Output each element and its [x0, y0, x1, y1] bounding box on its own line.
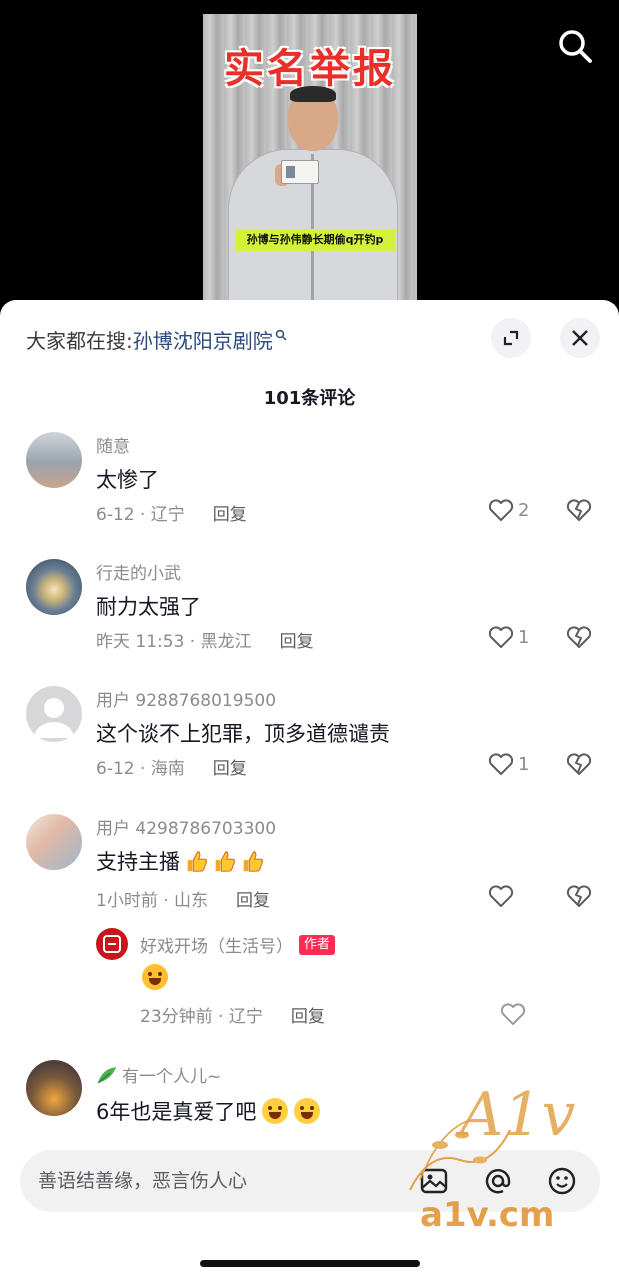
comment-username[interactable]: 随意	[96, 432, 130, 457]
sub-reply-text	[140, 964, 168, 994]
dislike-button[interactable]	[566, 625, 592, 653]
comment-meta: 6-12 · 辽宁	[96, 505, 185, 525]
heart-icon	[488, 885, 514, 907]
dislike-button[interactable]	[566, 498, 592, 526]
video-caption: 孙博与孙伟静长期偷q开钓p	[235, 229, 395, 251]
reply-button[interactable]: 回复	[280, 627, 314, 652]
author-avatar[interactable]	[96, 928, 128, 960]
at-icon	[485, 1169, 511, 1194]
person-hair	[290, 86, 336, 102]
broken-heart-icon	[566, 626, 592, 648]
sub-reply-meta: 23分钟前 · 辽宁	[140, 1007, 263, 1027]
comment-text: 耐力太强了	[96, 595, 201, 619]
search-suggestion[interactable]: 大家都在搜: 孙博沈阳京剧院	[26, 324, 287, 354]
leaf-icon	[97, 1066, 116, 1083]
like-button[interactable]: 1	[488, 625, 529, 649]
search-suggestion-prefix: 大家都在搜:	[26, 328, 133, 353]
avatar[interactable]	[26, 559, 82, 615]
comment-input[interactable]	[38, 1162, 418, 1200]
dislike-button[interactable]	[566, 884, 592, 912]
heart-icon	[488, 499, 514, 521]
comment-username[interactable]: 用户 4298786703300	[96, 814, 276, 839]
comment-meta: 昨天 11:53 · 黑龙江	[96, 632, 252, 652]
comment-text-row: 6年也是真爱了吧	[96, 1096, 321, 1126]
thumbs-up-emoji	[187, 851, 207, 872]
comment-text: 6年也是真爱了吧	[96, 1100, 257, 1124]
heart-icon	[488, 753, 514, 775]
author-logo-icon	[103, 935, 121, 953]
search-icon	[559, 30, 592, 63]
comment-username[interactable]: 有一个人儿~	[122, 1062, 221, 1087]
avatar[interactable]	[26, 814, 82, 870]
id-card	[281, 160, 319, 184]
reply-button[interactable]: 回复	[213, 500, 247, 525]
like-button[interactable]	[488, 884, 518, 908]
comment-count: 101条评论	[263, 388, 356, 409]
broken-heart-icon	[566, 499, 592, 521]
reply-button[interactable]: 回复	[291, 1002, 325, 1027]
sub-reply-header: 好戏开场（生活号） 作者	[140, 932, 336, 957]
comment-text-row: 支持主播	[96, 846, 264, 876]
comment-meta: 1小时前 · 山东	[96, 891, 209, 911]
comment-sheet: 大家都在搜: 孙博沈阳京剧院 101条评论 随意 太惨了 6-12 · 辽宁 回…	[0, 300, 619, 1280]
video-player[interactable]: 实名举报 孙博与孙伟静长期偷q开钓p	[0, 0, 619, 320]
mention-button[interactable]	[482, 1165, 514, 1197]
home-indicator[interactable]	[200, 1260, 420, 1267]
dislike-button[interactable]	[566, 752, 592, 780]
mini-search-icon	[275, 329, 287, 341]
broken-heart-icon	[566, 885, 592, 907]
comment-username[interactable]: 用户 9288768019500	[96, 686, 276, 711]
image-icon	[420, 1168, 448, 1194]
avatar[interactable]	[26, 1060, 82, 1116]
author-badge: 作者	[299, 934, 336, 955]
emoji-icon	[548, 1167, 576, 1195]
comment-input-bar	[20, 1150, 600, 1212]
like-count: 2	[518, 499, 530, 521]
thumbs-up-emoji	[243, 851, 263, 872]
like-button[interactable]: 1	[488, 752, 529, 776]
search-button[interactable]	[557, 28, 593, 64]
comment-username-row: 有一个人儿~	[96, 1062, 221, 1087]
comment-text: 太惨了	[96, 468, 159, 492]
like-button[interactable]	[500, 1002, 526, 1030]
broken-heart-icon	[566, 753, 592, 775]
sub-reply-username[interactable]: 好戏开场（生活号）	[140, 932, 293, 957]
laughing-emoji	[294, 1098, 321, 1124]
comment-text: 支持主播	[96, 850, 180, 874]
heart-icon	[488, 626, 514, 648]
video-thumbnail[interactable]: 实名举报 孙博与孙伟静长期偷q开钓p	[203, 14, 417, 314]
close-button[interactable]	[560, 318, 600, 358]
search-suggestion-keyword[interactable]: 孙博沈阳京剧院	[133, 325, 273, 354]
like-button[interactable]: 2	[488, 498, 529, 522]
thumbs-up-emoji	[215, 851, 235, 872]
reply-button[interactable]: 回复	[213, 754, 247, 779]
default-avatar-icon	[34, 698, 74, 738]
like-count: 1	[518, 626, 530, 648]
reply-button[interactable]: 回复	[236, 886, 270, 911]
image-button[interactable]	[418, 1165, 450, 1197]
comment-meta: 6-12 · 海南	[96, 759, 185, 779]
heart-icon	[500, 1003, 526, 1025]
comment-username[interactable]: 行走的小武	[96, 559, 181, 584]
expand-button[interactable]	[491, 318, 531, 358]
avatar[interactable]	[26, 686, 82, 742]
angry-face-emoji	[142, 964, 168, 990]
close-icon	[572, 330, 588, 346]
laughing-emoji	[262, 1098, 289, 1124]
emoji-button[interactable]	[546, 1165, 578, 1197]
avatar[interactable]	[26, 432, 82, 488]
expand-icon	[503, 330, 519, 346]
like-count: 1	[518, 753, 530, 775]
comment-text: 这个谈不上犯罪，顶多道德谴责	[96, 722, 390, 746]
